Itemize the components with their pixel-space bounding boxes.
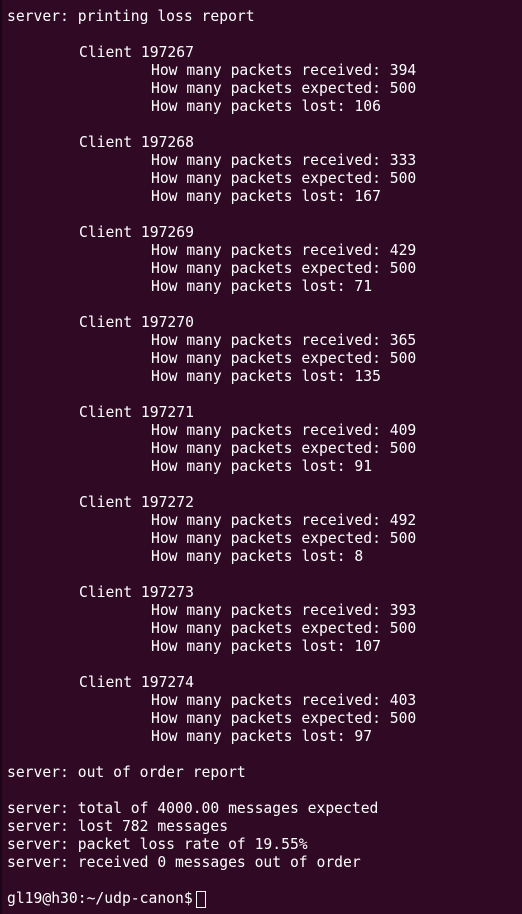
client-block: Client 197268 How many packets received:… bbox=[7, 134, 522, 206]
packets-lost: How many packets lost: 71 bbox=[151, 278, 373, 295]
packets-lost: How many packets lost: 135 bbox=[151, 368, 381, 385]
packets-expected: How many packets expected: 500 bbox=[151, 620, 417, 637]
packets-expected: How many packets expected: 500 bbox=[151, 80, 417, 97]
client-block: Client 197272 How many packets received:… bbox=[7, 494, 522, 566]
client-title: Client 197269 bbox=[79, 224, 194, 241]
packets-received: How many packets received: 365 bbox=[151, 332, 417, 349]
summary-loss-rate: server: packet loss rate of 19.55% bbox=[7, 836, 308, 853]
out-of-order-header: server: out of order report bbox=[7, 764, 246, 781]
summary-total-expected: server: total of 4000.00 messages expect… bbox=[7, 800, 379, 817]
packets-received: How many packets received: 333 bbox=[151, 152, 417, 169]
client-title: Client 197274 bbox=[79, 674, 194, 691]
client-title: Client 197272 bbox=[79, 494, 194, 511]
shell-prompt-row[interactable]: gl19@h30:~/udp-canon$ bbox=[7, 889, 206, 909]
window-edge bbox=[0, 0, 2, 914]
packets-lost: How many packets lost: 106 bbox=[151, 98, 381, 115]
packets-expected: How many packets expected: 500 bbox=[151, 440, 417, 457]
packets-lost: How many packets lost: 167 bbox=[151, 188, 381, 205]
client-block: Client 197267 How many packets received:… bbox=[7, 44, 522, 116]
client-title: Client 197270 bbox=[79, 314, 194, 331]
packets-received: How many packets received: 403 bbox=[151, 692, 417, 709]
client-block: Client 197270 How many packets received:… bbox=[7, 314, 522, 386]
packets-received: How many packets received: 394 bbox=[151, 62, 417, 79]
loss-report-header: server: printing loss report bbox=[7, 8, 255, 25]
client-block: Client 197269 How many packets received:… bbox=[7, 224, 522, 296]
terminal-window[interactable]: server: printing loss report Client 1972… bbox=[0, 0, 522, 914]
packets-received: How many packets received: 492 bbox=[151, 512, 417, 529]
client-title: Client 197268 bbox=[79, 134, 194, 151]
client-title: Client 197267 bbox=[79, 44, 194, 61]
client-block: Client 197273 How many packets received:… bbox=[7, 584, 522, 656]
client-block: Client 197274 How many packets received:… bbox=[7, 674, 522, 746]
packets-expected: How many packets expected: 500 bbox=[151, 710, 417, 727]
summary-out-of-order: server: received 0 messages out of order bbox=[7, 854, 361, 871]
packets-expected: How many packets expected: 500 bbox=[151, 350, 417, 367]
client-title: Client 197271 bbox=[79, 404, 194, 421]
packets-received: How many packets received: 429 bbox=[151, 242, 417, 259]
packets-received: How many packets received: 409 bbox=[151, 422, 417, 439]
text-cursor[interactable] bbox=[195, 890, 206, 908]
packets-lost: How many packets lost: 91 bbox=[151, 458, 373, 475]
packets-lost: How many packets lost: 8 bbox=[151, 548, 364, 565]
packets-lost: How many packets lost: 107 bbox=[151, 638, 381, 655]
packets-expected: How many packets expected: 500 bbox=[151, 170, 417, 187]
packets-received: How many packets received: 393 bbox=[151, 602, 417, 619]
summary-lost: server: lost 782 messages bbox=[7, 818, 229, 835]
packets-lost: How many packets lost: 97 bbox=[151, 728, 373, 745]
client-title: Client 197273 bbox=[79, 584, 194, 601]
packets-expected: How many packets expected: 500 bbox=[151, 260, 417, 277]
client-block: Client 197271 How many packets received:… bbox=[7, 404, 522, 476]
packets-expected: How many packets expected: 500 bbox=[151, 530, 417, 547]
shell-prompt: gl19@h30:~/udp-canon$ bbox=[7, 890, 193, 907]
